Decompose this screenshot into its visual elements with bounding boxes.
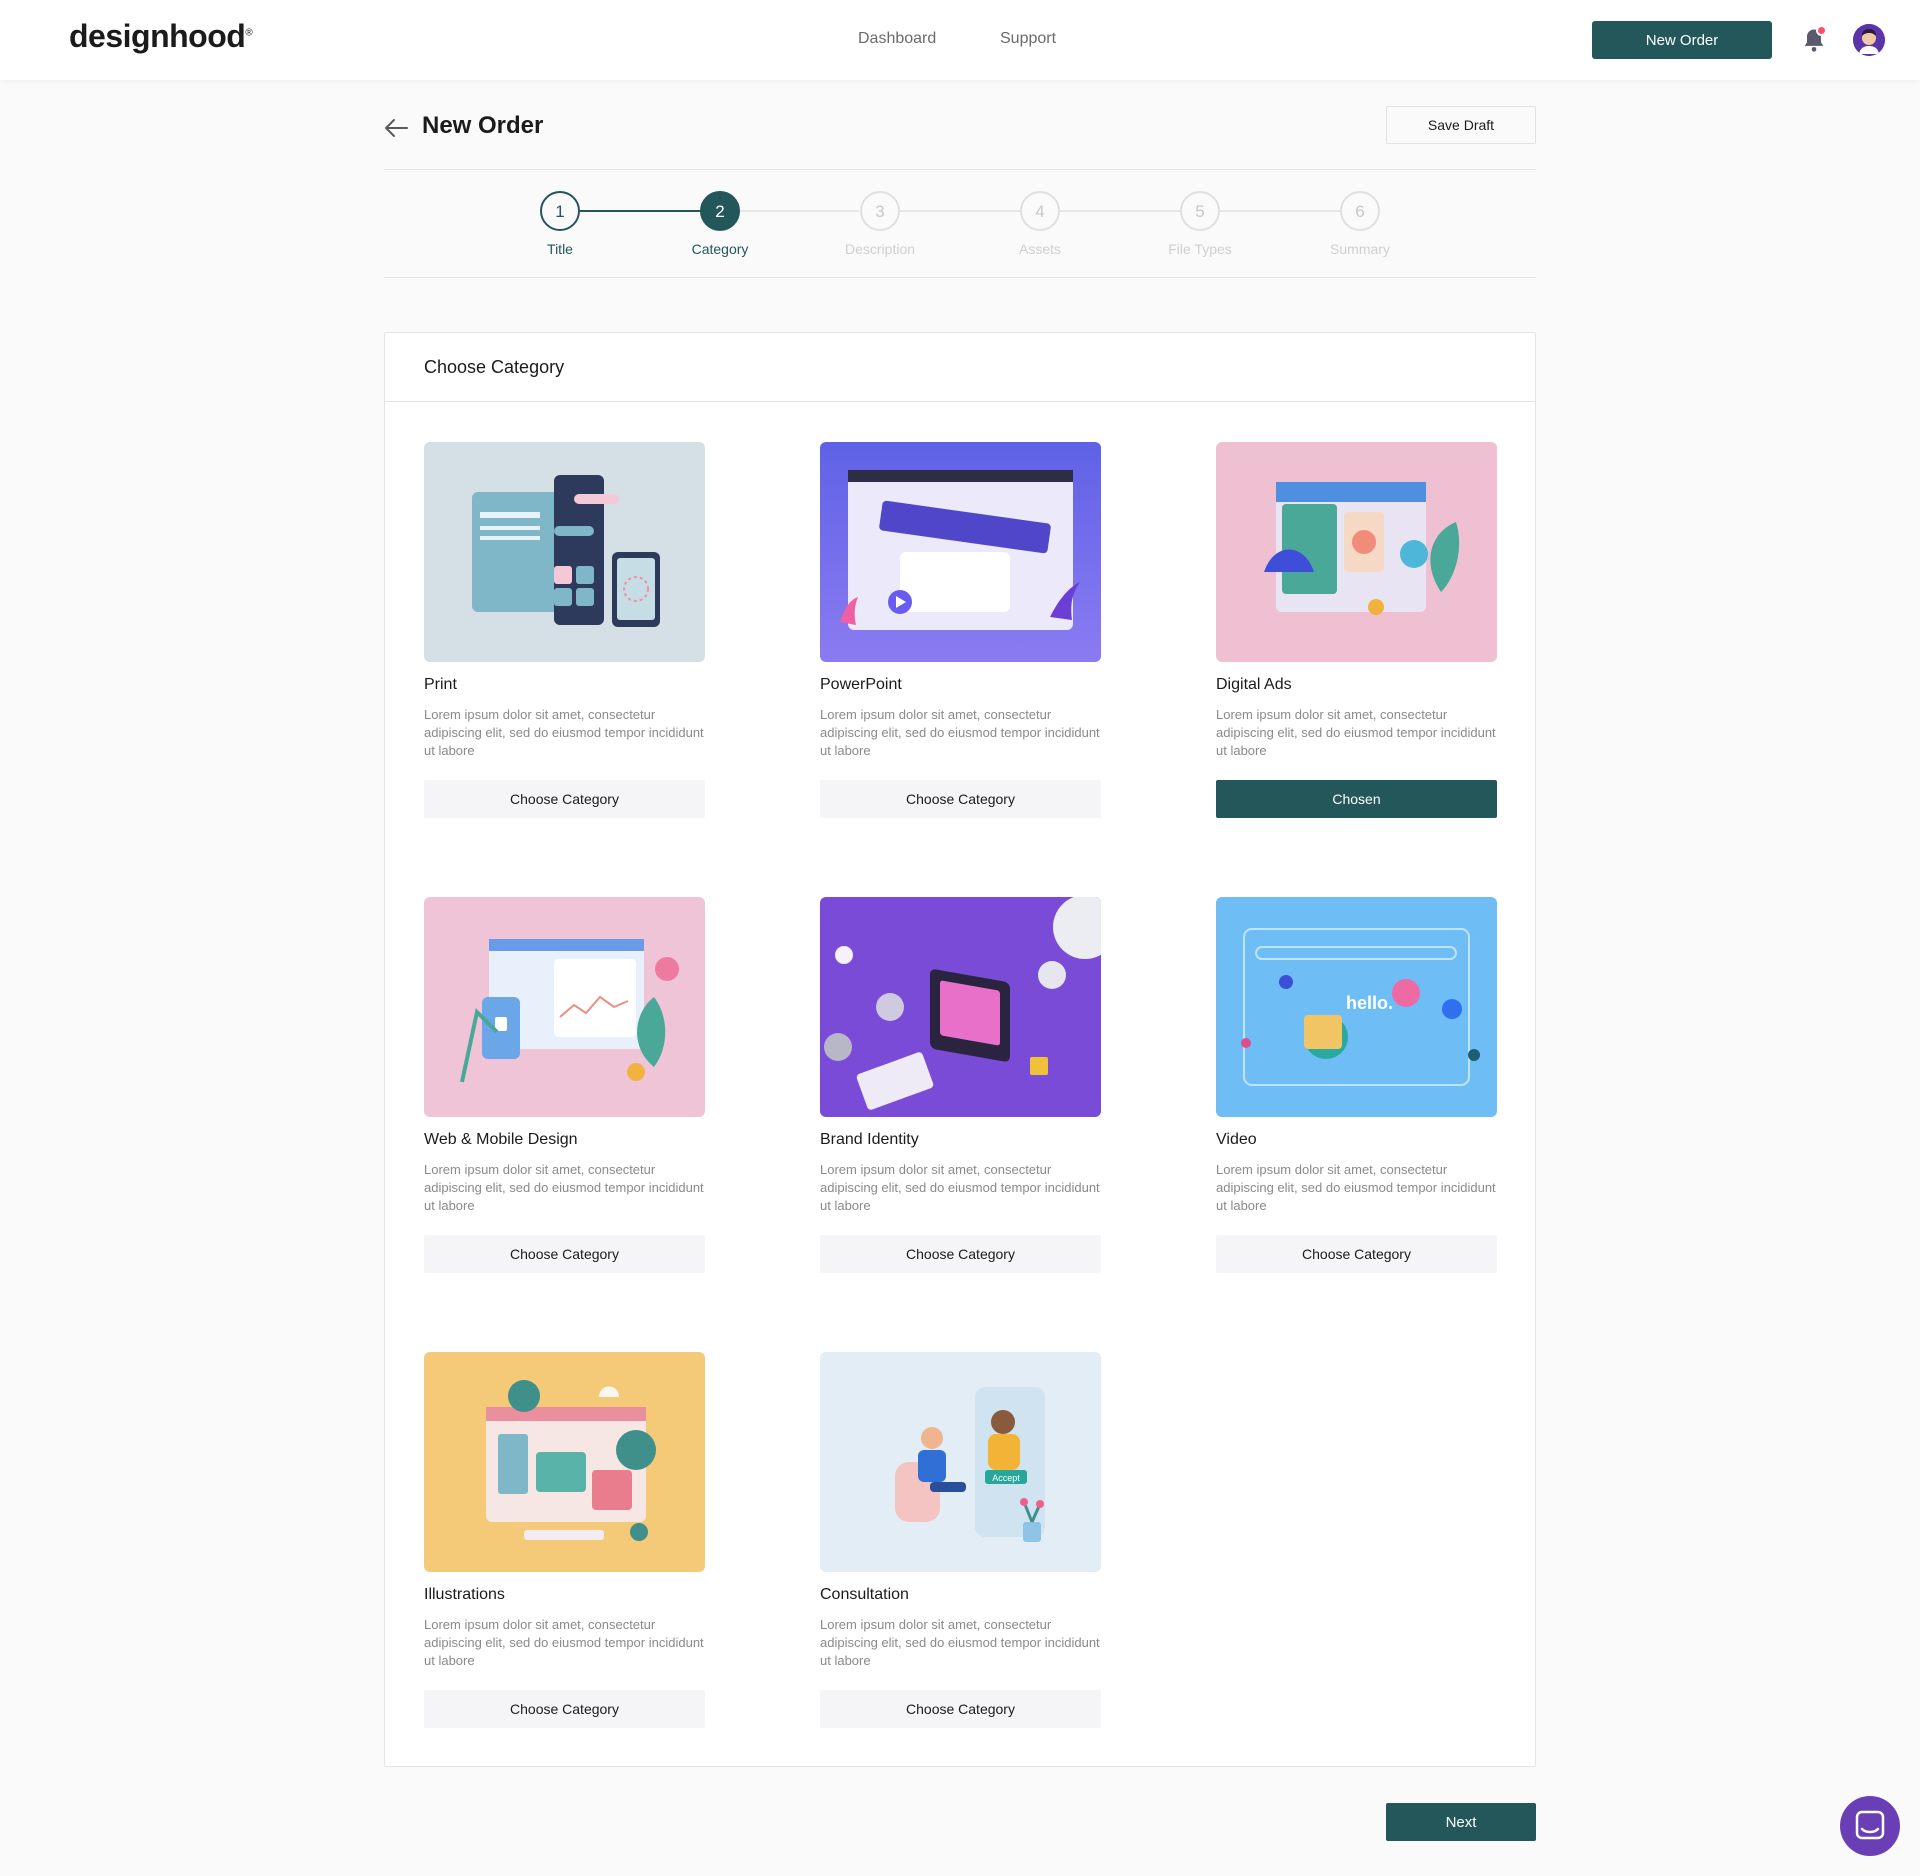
category-title: Video [1216,1131,1257,1148]
digital-ads-illustration [1216,442,1497,662]
divider [384,277,1536,278]
category-description: Lorem ipsum dolor sit amet, consectetur … [1216,1162,1496,1213]
choose-category-button[interactable]: Choose Category [820,1690,1101,1728]
category-title: Web & Mobile Design [424,1131,578,1148]
step-2-circle[interactable]: 2 [700,191,740,231]
step-5-label: File Types [1168,241,1232,257]
consultation-illustration: Accept [820,1352,1101,1572]
category-title: Print [424,676,457,693]
category-description: Lorem ipsum dolor sit amet, consectetur … [424,1162,704,1213]
nav-link-dashboard[interactable]: Dashboard [858,30,936,48]
category-card-video: hello. Video Lorem ipsum dolor sit amet,… [1216,897,1497,1273]
step-connector [740,210,859,212]
choose-category-panel: Choose Category Print Lorem ipsum dolor … [384,332,1536,1767]
step-4-circle: 4 [1020,191,1060,231]
step-6-label: Summary [1330,241,1390,257]
category-description: Lorem ipsum dolor sit amet, consectetur … [820,1617,1100,1668]
save-draft-button[interactable]: Save Draft [1386,106,1536,144]
divider [384,169,1536,170]
user-avatar[interactable] [1853,24,1885,56]
category-card-powerpoint: PowerPoint Lorem ipsum dolor sit amet, c… [820,442,1101,818]
step-5-circle: 5 [1180,191,1220,231]
category-title: Illustrations [424,1586,505,1603]
category-card-print: Print Lorem ipsum dolor sit amet, consec… [424,442,705,818]
powerpoint-illustration [820,442,1101,662]
new-order-button[interactable]: New Order [1592,21,1772,59]
choose-category-button[interactable]: Choose Category [424,780,705,818]
step-1-circle[interactable]: 1 [540,191,580,231]
chat-icon [1855,1810,1885,1840]
choose-category-button[interactable]: Choose Category [424,1690,705,1728]
chat-launcher-button[interactable] [1840,1796,1900,1856]
step-connector [900,210,1020,212]
category-title: Consultation [820,1586,909,1603]
step-connector [579,210,702,212]
notification-badge [1816,25,1827,36]
panel-divider [385,401,1535,402]
back-arrow-icon[interactable] [383,115,409,141]
category-card-digital-ads: Digital Ads Lorem ipsum dolor sit amet, … [1216,442,1497,818]
choose-category-button[interactable]: Choose Category [820,780,1101,818]
top-navigation: designhood® Dashboard Support New Order [0,0,1920,80]
category-title: Brand Identity [820,1131,919,1148]
chosen-category-button[interactable]: Chosen [1216,780,1497,818]
category-title: Digital Ads [1216,676,1292,693]
nav-link-support[interactable]: Support [1000,30,1056,48]
step-3-label: Description [844,241,916,257]
choose-category-button[interactable]: Choose Category [820,1235,1101,1273]
video-illustration: hello. [1216,897,1497,1117]
step-1-label: Title [547,241,573,257]
designhood-logo[interactable]: designhood® [69,18,253,55]
category-description: Lorem ipsum dolor sit amet, consectetur … [820,707,1100,758]
category-card-illustrations: Illustrations Lorem ipsum dolor sit amet… [424,1352,705,1728]
category-card-consultation: Accept Consultation Lorem ipsum dolor si… [820,1352,1101,1728]
print-illustration [424,442,705,662]
web-mobile-illustration [424,897,705,1117]
category-title: PowerPoint [820,676,902,693]
step-connector [1060,210,1180,212]
step-2-label: Category [691,241,749,257]
panel-title: Choose Category [424,357,565,377]
category-description: Lorem ipsum dolor sit amet, consectetur … [424,707,704,758]
illustrations-illustration [424,1352,705,1572]
category-description: Lorem ipsum dolor sit amet, consectetur … [820,1162,1100,1213]
category-description: Lorem ipsum dolor sit amet, consectetur … [424,1617,704,1668]
choose-category-button[interactable]: Choose Category [424,1235,705,1273]
accept-text: Accept [992,1473,1020,1483]
step-6-circle: 6 [1340,191,1380,231]
category-card-brand-identity: Brand Identity Lorem ipsum dolor sit ame… [820,897,1101,1273]
step-connector [1220,210,1340,212]
next-button[interactable]: Next [1386,1803,1536,1841]
category-description: Lorem ipsum dolor sit amet, consectetur … [1216,707,1496,758]
category-card-web-mobile-design: Web & Mobile Design Lorem ipsum dolor si… [424,897,705,1273]
step-4-label: Assets [1018,241,1061,257]
page-title: New Order [422,112,544,139]
hello-text: hello. [1346,993,1393,1013]
step-3-circle: 3 [860,191,900,231]
brand-identity-illustration [820,897,1101,1117]
choose-category-button[interactable]: Choose Category [1216,1235,1497,1273]
